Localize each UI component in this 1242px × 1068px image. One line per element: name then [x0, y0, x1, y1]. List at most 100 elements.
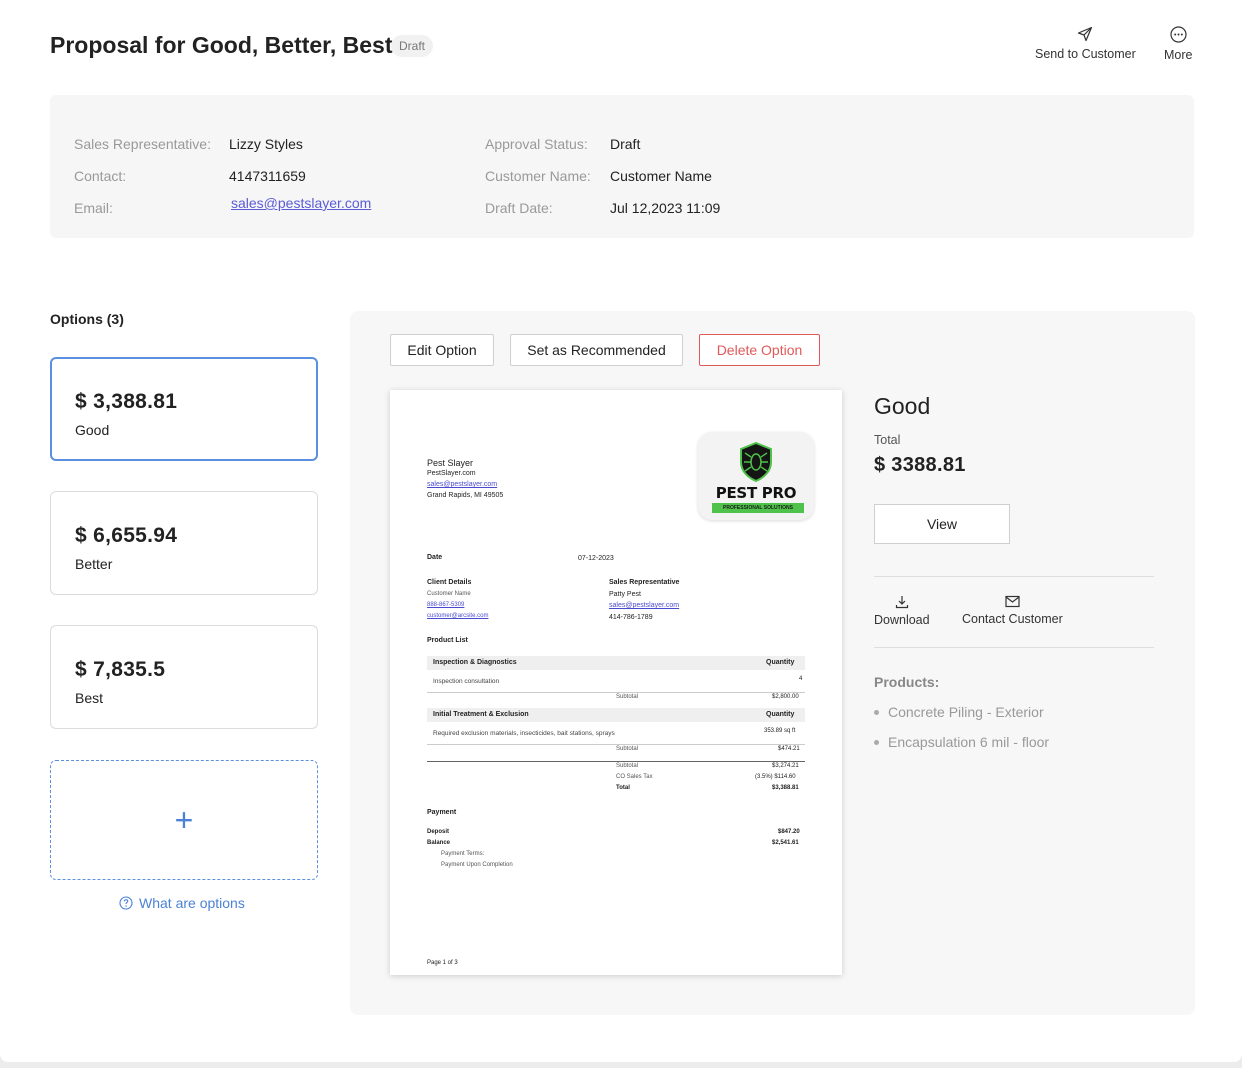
- doc-product-list-label: Product List: [427, 637, 468, 644]
- doc-tax-value: (3.5%) $114.60: [755, 774, 796, 780]
- doc-quantity-label: Quantity: [766, 659, 795, 666]
- download-button[interactable]: Download: [874, 595, 930, 627]
- contact-customer-label: Contact Customer: [962, 612, 1063, 626]
- doc-client-name: Customer Name: [427, 591, 471, 597]
- draft-date-value: Jul 12,2023 11:09: [610, 200, 721, 216]
- doc-subtotal-label: Subtotal: [616, 694, 639, 700]
- option-price: $ 7,835.5: [75, 658, 166, 681]
- sales-rep-value: Lizzy Styles: [229, 136, 303, 152]
- proposal-page: Proposal for Good, Better, Best Draft Se…: [0, 0, 1242, 1062]
- more-icon: [1170, 26, 1187, 43]
- download-label: Download: [874, 613, 930, 627]
- contact-value: 4147311659: [229, 168, 306, 184]
- edit-option-button[interactable]: Edit Option: [390, 334, 494, 366]
- send-to-customer-button[interactable]: Send to Customer: [1035, 26, 1136, 61]
- logo-wordmark: PEST PRO: [715, 484, 797, 502]
- doc-section2-qty: 353.89 sq ft: [764, 728, 796, 734]
- doc-rep-name: Patty Pest: [609, 591, 641, 598]
- product-name: Concrete Piling - Exterior: [888, 704, 1044, 720]
- doc-balance-label: Balance: [427, 840, 451, 846]
- proposal-document-preview[interactable]: Pest Slayer PestSlayer.com sales@pestsla…: [390, 390, 842, 975]
- doc-section2-title: Initial Treatment & Exclusion: [433, 711, 529, 718]
- approval-status-value: Draft: [610, 136, 641, 152]
- doc-total-label: Total: [616, 785, 630, 791]
- product-item: Concrete Piling - Exterior: [874, 704, 1044, 720]
- divider: [874, 647, 1154, 648]
- doc-rule: [427, 744, 805, 745]
- doc-terms-label: Payment Terms:: [441, 851, 485, 857]
- option-card-better[interactable]: $ 6,655.94 Better: [50, 491, 318, 595]
- draft-date-label: Draft Date:: [485, 200, 553, 216]
- contact-customer-button[interactable]: Contact Customer: [962, 595, 1063, 626]
- doc-terms-value: Payment Upon Completion: [441, 862, 513, 868]
- doc-rep-phone: 414-786-1789: [609, 614, 653, 621]
- delete-option-button[interactable]: Delete Option: [699, 334, 820, 366]
- add-option-button[interactable]: +: [50, 760, 318, 880]
- products-heading: Products:: [874, 674, 940, 690]
- doc-client-email: customer@arcsite.com: [427, 613, 489, 619]
- option-price: $ 6,655.94: [75, 524, 178, 547]
- view-button[interactable]: View: [874, 504, 1010, 544]
- option-name: Better: [75, 556, 113, 572]
- company-logo: PEST PRO PROFESSIONAL SOLUTIONS: [698, 432, 814, 520]
- doc-subtotal-label: Subtotal: [616, 746, 639, 752]
- option-name: Best: [75, 690, 104, 706]
- proposal-info-panel: Sales Representative: Lizzy Styles Conta…: [50, 95, 1194, 238]
- doc-section1-title: Inspection & Diagnostics: [433, 659, 517, 666]
- shield-icon: [740, 442, 772, 482]
- doc-company-city: Grand Rapids, MI 49505: [427, 492, 504, 499]
- doc-rep-heading: Sales Representative: [609, 579, 680, 586]
- doc-payment-heading: Payment: [427, 809, 457, 816]
- download-icon: [895, 596, 908, 609]
- total-value: $ 3388.81: [874, 454, 966, 476]
- what-are-options-link[interactable]: What are options: [119, 895, 245, 911]
- status-badge: Draft: [391, 35, 434, 57]
- more-button[interactable]: More: [1164, 26, 1192, 62]
- total-label: Total: [874, 433, 901, 447]
- product-name: Encapsulation 6 mil - floor: [888, 734, 1050, 750]
- doc-deposit-value: $847.20: [778, 829, 800, 835]
- logo-tagline: PROFESSIONAL SOLUTIONS: [712, 503, 804, 513]
- option-card-best[interactable]: $ 7,835.5 Best: [50, 625, 318, 729]
- approval-status-label: Approval Status:: [485, 136, 588, 152]
- options-heading: Options (3): [50, 311, 124, 327]
- option-name: Good: [75, 422, 110, 438]
- bullet-icon: [874, 739, 879, 745]
- mail-icon: [1005, 595, 1020, 608]
- sales-rep-label: Sales Representative:: [74, 136, 211, 152]
- doc-section2-subtotal: $474.21: [778, 746, 800, 752]
- option-price: $ 3,388.81: [75, 390, 178, 413]
- doc-summary-subtotal: $3,274.21: [772, 763, 799, 769]
- doc-subtotal-label: Subtotal: [616, 763, 639, 769]
- doc-rep-email: sales@pestslayer.com: [609, 602, 680, 609]
- customer-name-value: Customer Name: [610, 168, 712, 184]
- doc-section1-item: Inspection consultation: [433, 678, 500, 685]
- option-title: Good: [874, 393, 931, 419]
- doc-rule: [427, 692, 805, 693]
- doc-date-value: 07-12-2023: [578, 555, 614, 562]
- contact-label: Contact:: [74, 168, 127, 184]
- doc-company-name: Pest Slayer: [427, 458, 474, 468]
- doc-company-email: sales@pestslayer.com: [427, 481, 498, 488]
- set-recommended-button[interactable]: Set as Recommended: [510, 334, 683, 366]
- doc-section1-subtotal: $2,800.00: [772, 694, 799, 700]
- doc-quantity-label: Quantity: [766, 711, 795, 718]
- option-detail-panel: Edit Option Set as Recommended Delete Op…: [350, 311, 1195, 1015]
- doc-total-value: $3,388.81: [772, 785, 799, 791]
- bullet-icon: [874, 709, 879, 715]
- send-icon: [1078, 26, 1093, 42]
- doc-date-label: Date: [427, 554, 443, 561]
- doc-deposit-label: Deposit: [427, 829, 450, 835]
- more-label: More: [1164, 48, 1193, 62]
- doc-client-phone: 888-867-5309: [427, 602, 465, 608]
- what-are-options-label: What are options: [139, 895, 245, 911]
- divider: [874, 576, 1154, 577]
- page-title: Proposal for Good, Better, Best: [50, 32, 393, 58]
- email-link[interactable]: sales@pestslayer.com: [231, 195, 371, 211]
- doc-client-heading: Client Details: [427, 579, 472, 586]
- option-card-good[interactable]: $ 3,388.81 Good: [50, 357, 318, 461]
- product-item: Encapsulation 6 mil - floor: [874, 734, 1049, 750]
- send-to-customer-label: Send to Customer: [1035, 47, 1136, 61]
- doc-tax-label: CO Sales Tax: [616, 774, 653, 780]
- doc-company-site: PestSlayer.com: [427, 470, 476, 477]
